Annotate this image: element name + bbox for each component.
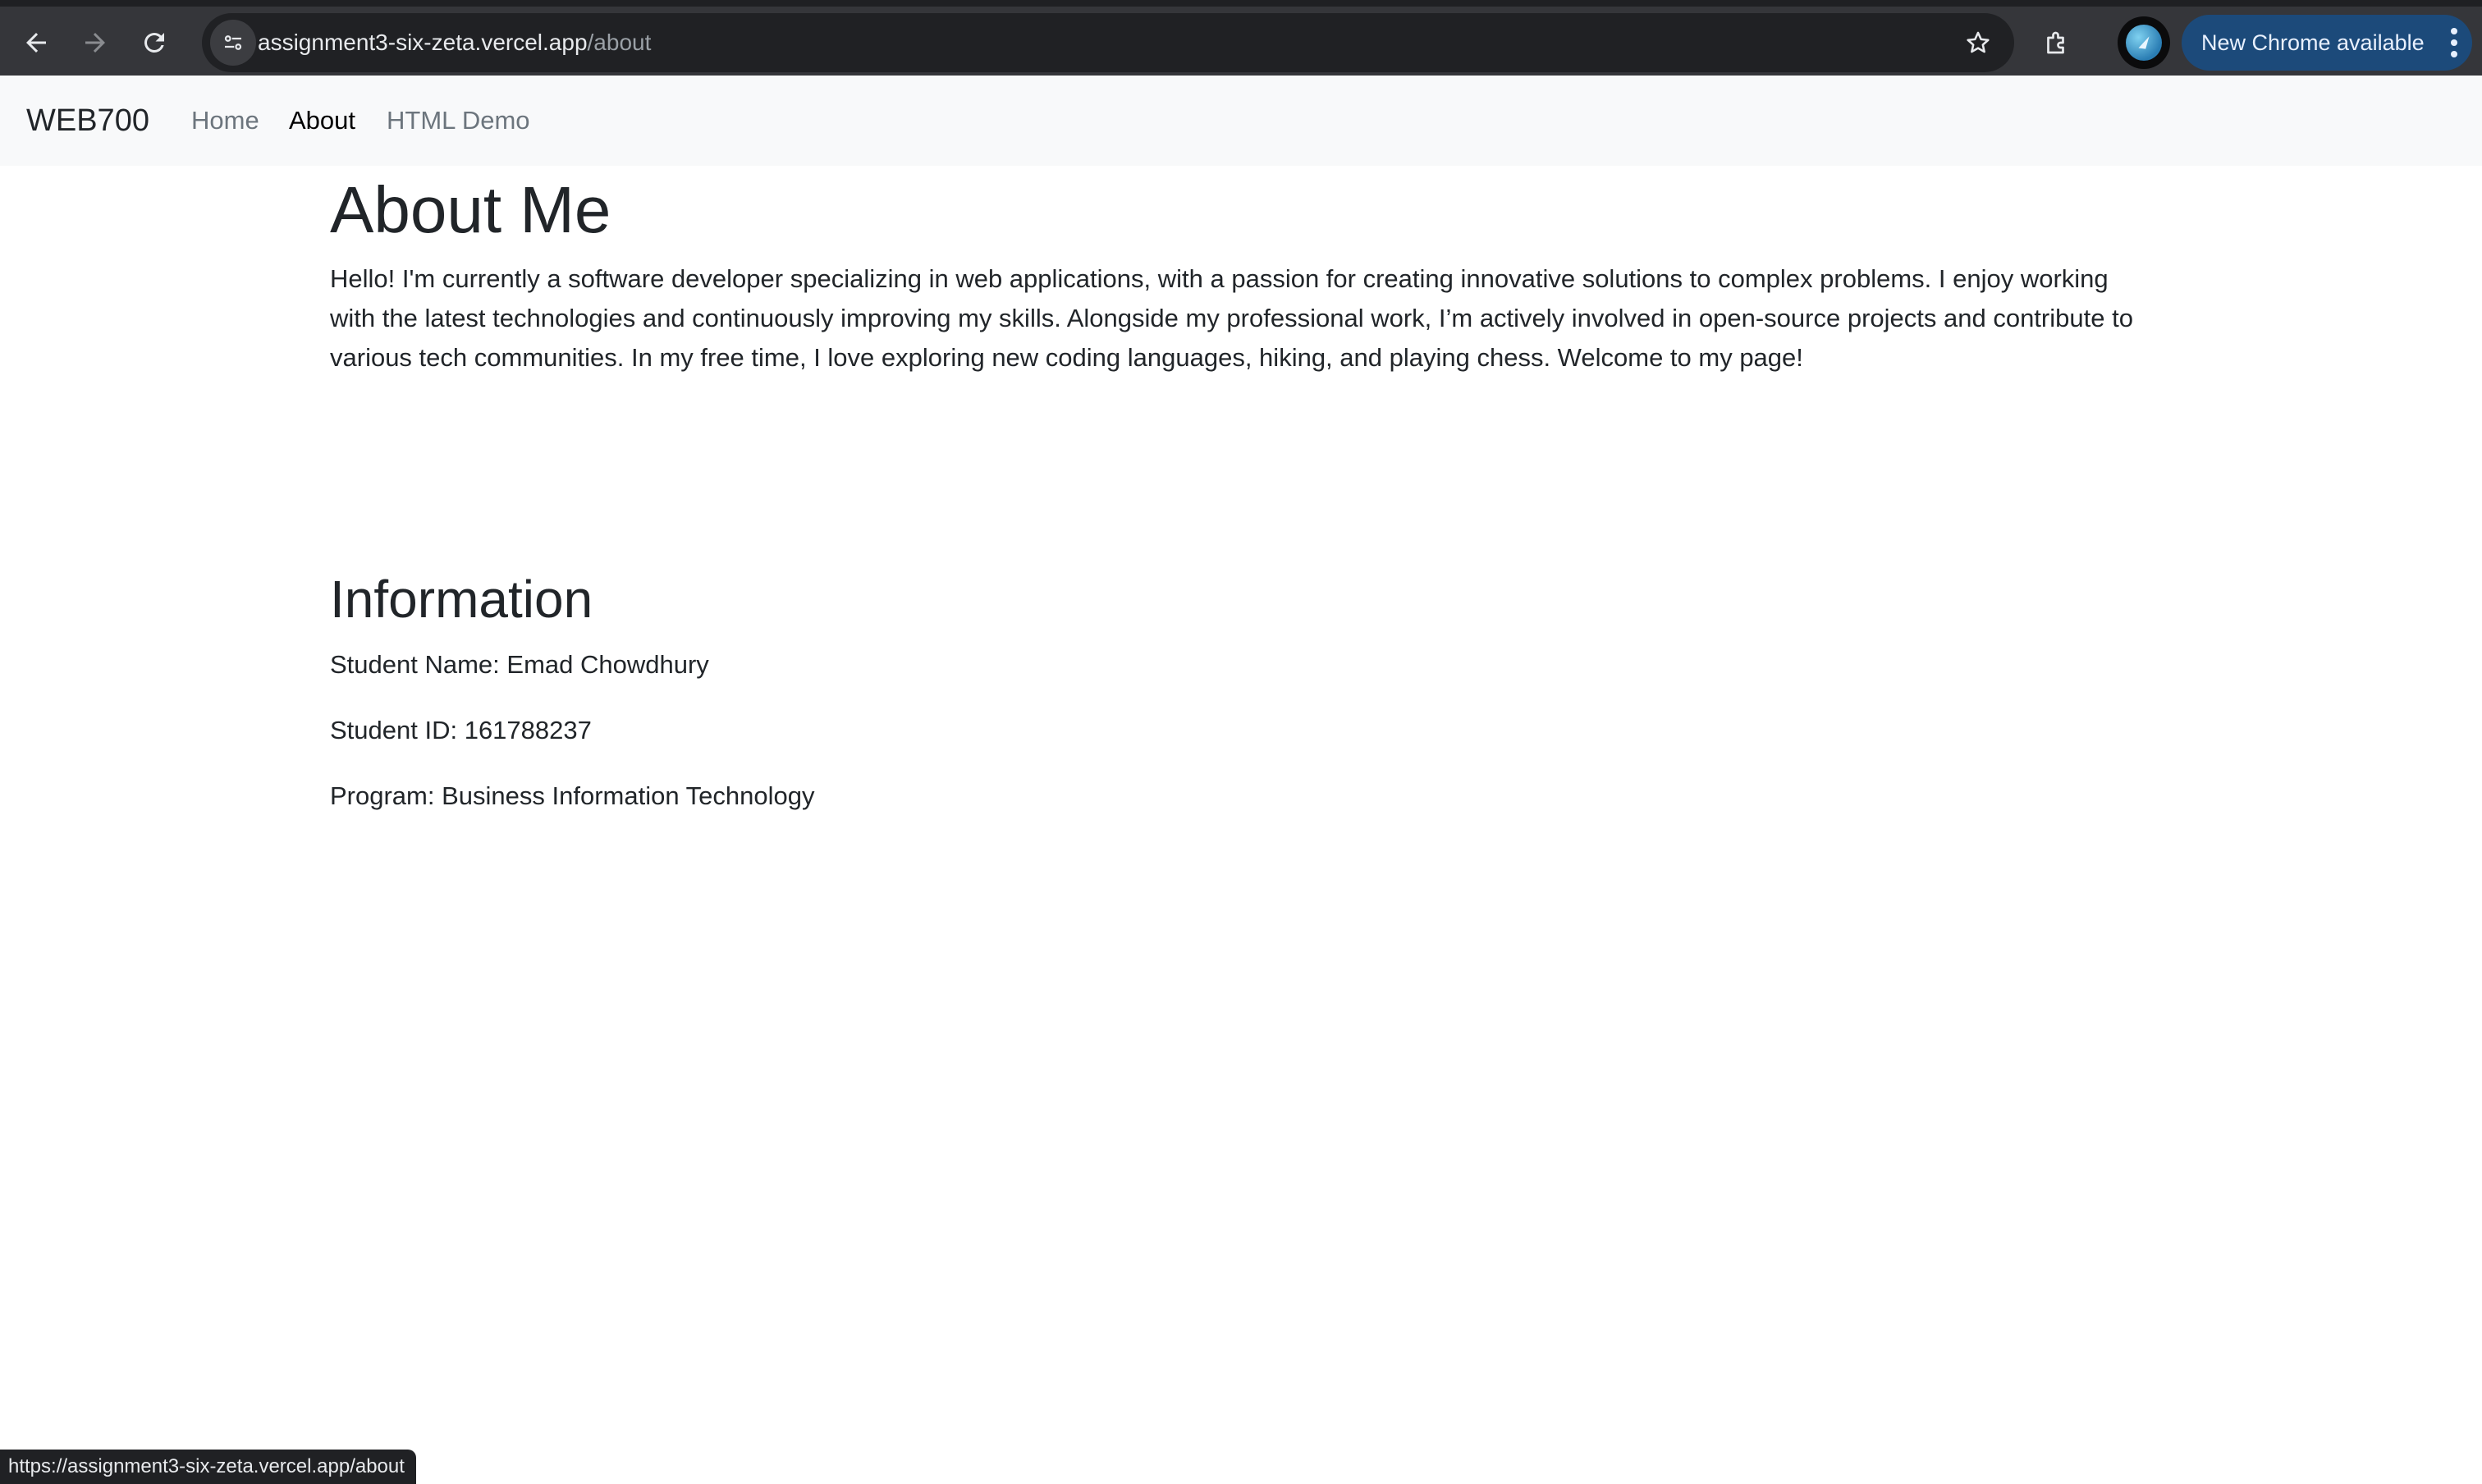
kebab-menu-icon[interactable] xyxy=(2451,28,2457,57)
student-id: Student ID: 161788237 xyxy=(330,716,592,744)
intro-paragraph: Hello! I'm currently a software develope… xyxy=(330,264,2133,372)
site-info-button[interactable] xyxy=(210,20,256,66)
forward-button[interactable] xyxy=(71,18,120,67)
nav-link-html-demo[interactable]: HTML Demo xyxy=(387,76,530,166)
reload-button[interactable] xyxy=(130,18,179,67)
url-text[interactable]: assignment3-six-zeta.vercel.app/about xyxy=(258,13,651,72)
browser-toolbar: assignment3-six-zeta.vercel.app/about Ne… xyxy=(0,0,2482,76)
star-icon xyxy=(1967,31,1990,53)
profile-glyph-icon xyxy=(2138,36,2150,49)
address-bar[interactable]: assignment3-six-zeta.vercel.app/about xyxy=(202,13,2014,72)
profile-avatar[interactable] xyxy=(2118,16,2170,69)
forward-arrow-icon xyxy=(85,33,105,53)
url-path: /about xyxy=(587,30,652,55)
information-heading: Information xyxy=(330,570,593,629)
back-arrow-icon xyxy=(26,33,46,53)
program: Program: Business Information Technology xyxy=(330,781,815,810)
nav-link-about[interactable]: About xyxy=(289,76,355,166)
profile-image xyxy=(2126,25,2162,61)
url-host: assignment3-six-zeta.vercel.app xyxy=(258,30,588,55)
extensions-icon xyxy=(2047,31,2064,54)
bookmark-button[interactable] xyxy=(1955,20,2001,66)
link-status-bubble: https://assignment3-six-zeta.vercel.app/… xyxy=(0,1450,416,1484)
page-title: About Me xyxy=(330,173,611,246)
back-button[interactable] xyxy=(11,18,61,67)
update-label: New Chrome available xyxy=(2201,30,2425,55)
site-navbar: WEB700 Home About HTML Demo xyxy=(0,76,2482,166)
nav-link-home[interactable]: Home xyxy=(191,76,259,166)
navbar-brand[interactable]: WEB700 xyxy=(26,76,149,166)
reload-icon xyxy=(144,33,164,53)
student-name: Student Name: Emad Chowdhury xyxy=(330,650,709,679)
new-chrome-available-button[interactable]: New Chrome available xyxy=(2182,15,2472,71)
extensions-button[interactable] xyxy=(2032,18,2081,67)
site-info-icon xyxy=(224,35,242,50)
